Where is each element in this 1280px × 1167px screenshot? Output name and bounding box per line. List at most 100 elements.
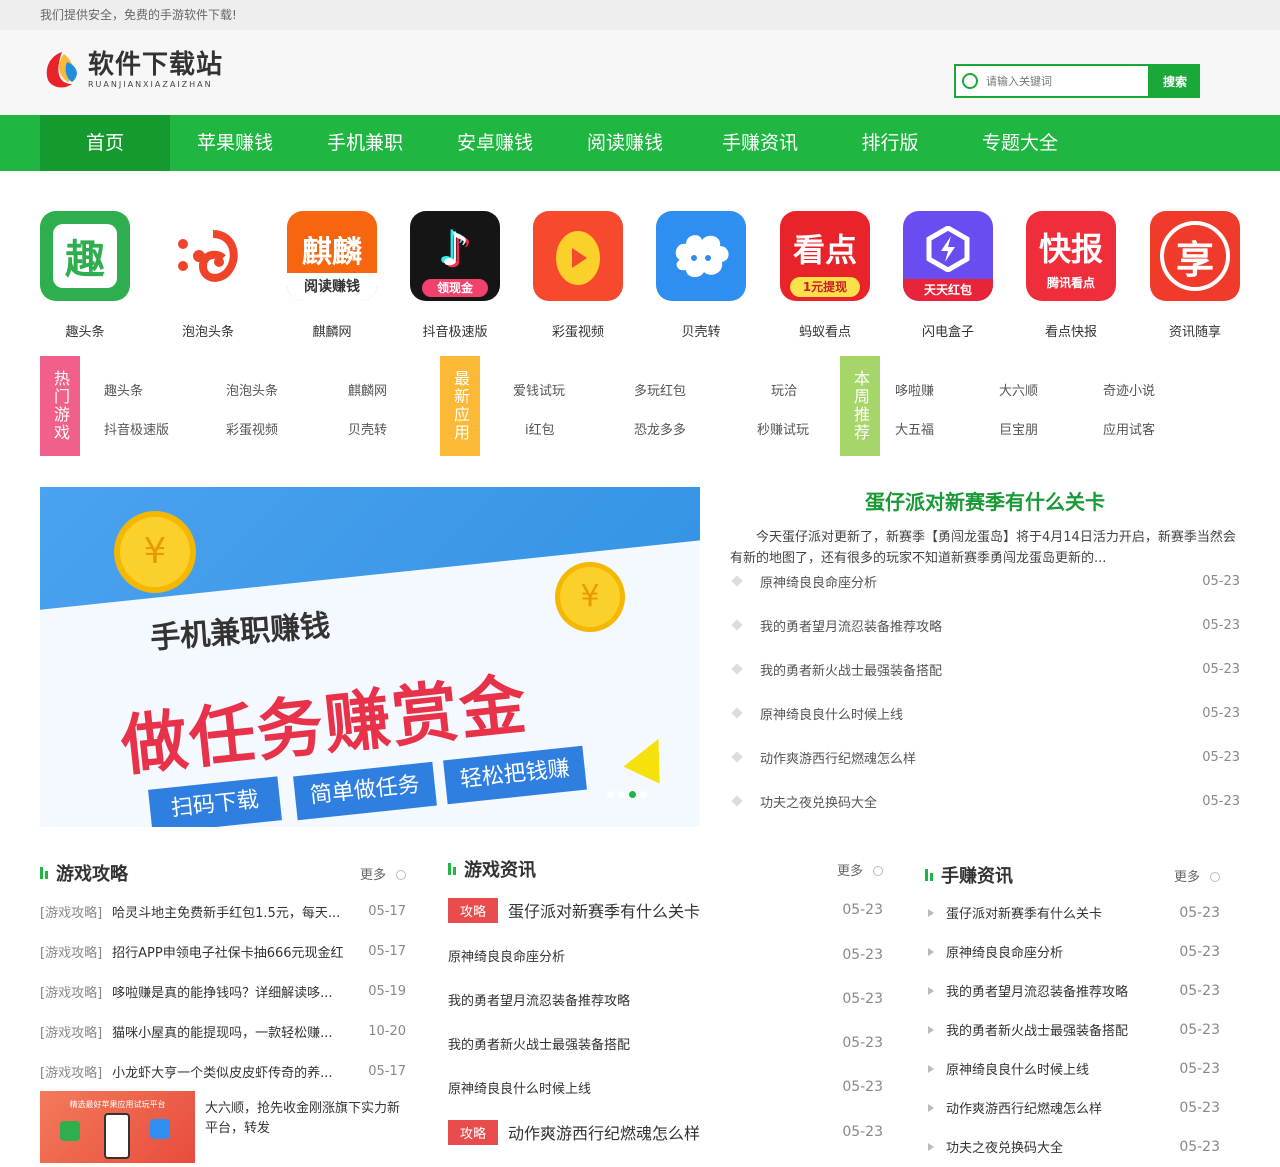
- list-item[interactable]: [游戏攻略] 招行APP申领电子社保卡抽666元现金红 05-17: [40, 931, 406, 971]
- list-item[interactable]: 我的勇者望月流忍装备推荐攻略 05-23: [448, 977, 883, 1021]
- list-item[interactable]: 攻略 蛋仔派对新赛季有什么关卡 05-23: [448, 887, 883, 933]
- tag-link[interactable]: 应用试客: [1103, 419, 1155, 438]
- app-item[interactable]: 看点 1元提现 蚂蚁看点: [765, 211, 885, 340]
- tag-link[interactable]: 贝壳转: [348, 419, 387, 438]
- carousel-dot[interactable]: [607, 791, 614, 798]
- carousel-dot[interactable]: [640, 791, 647, 798]
- topbar: 我们提供安全，免费的手游软件下载!: [0, 0, 1280, 30]
- list-item[interactable]: 我的勇者望月流忍装备推荐攻略 05-23: [730, 603, 1240, 647]
- app-item[interactable]: 趣 趣头条: [25, 211, 145, 340]
- guide-badge: 攻略: [448, 1119, 499, 1145]
- nav-parttime[interactable]: 手机兼职: [300, 115, 430, 171]
- list-item[interactable]: 原神绮良良命座分析 05-23: [925, 932, 1220, 971]
- item-date: 05-17: [368, 943, 406, 959]
- list-item[interactable]: [游戏攻略] 猫咪小屋真的能提现吗，一款轻松赚... 10-20: [40, 1011, 406, 1051]
- nav-home[interactable]: 首页: [40, 115, 170, 171]
- tag-link[interactable]: 恐龙多多: [634, 419, 686, 438]
- list-item[interactable]: [游戏攻略] 小龙虾大亨一个类似皮皮虾传奇的养... 05-17: [40, 1051, 406, 1091]
- triangle-bullet-icon: [928, 947, 934, 956]
- logo-icon: [40, 48, 84, 92]
- list-item[interactable]: 蛋仔派对新赛季有什么关卡 05-23: [925, 893, 1220, 932]
- banner-carousel[interactable]: ¥ ¥ 手机兼职赚钱 做任务赚赏金 扫码下载 简单做任务 轻松把钱赚: [40, 487, 700, 827]
- list-item[interactable]: 动作爽游西行纪燃魂怎么样 05-23: [925, 1088, 1220, 1127]
- carousel-dot[interactable]: [618, 791, 625, 798]
- nav-ranking[interactable]: 排行版: [830, 115, 950, 171]
- tag-link[interactable]: 麒麟网: [348, 380, 387, 399]
- list-item[interactable]: 原神绮良良什么时候上线 05-23: [730, 691, 1240, 735]
- app-item[interactable]: 泡泡头条: [148, 211, 268, 340]
- tag-link[interactable]: 大五福: [895, 419, 934, 438]
- item-title: 原神绮良良什么时候上线: [760, 707, 904, 723]
- list-item[interactable]: 我的勇者新火战士最强装备搭配 05-23: [730, 647, 1240, 691]
- header: 软件下载站 RUANJIANXIAZAIZHAN 搜索: [0, 30, 1280, 115]
- app-item[interactable]: 天天红包 闪电盒子: [888, 211, 1008, 340]
- list-item[interactable]: 动作爽游西行纪燃魂怎么样 05-23: [730, 735, 1240, 779]
- list-item[interactable]: 功夫之夜兑换码大全 05-23: [730, 779, 1240, 823]
- item-title: 招行APP申领电子社保卡抽666元现金红: [112, 945, 344, 961]
- item-date: 05-23: [1179, 904, 1220, 921]
- more-link[interactable]: 更多: [1174, 866, 1220, 885]
- tag-link[interactable]: 泡泡头条: [226, 380, 278, 399]
- guide-badge: 攻略: [448, 897, 499, 923]
- app-item[interactable]: 快报 腾讯看点 看点快报: [1011, 211, 1131, 340]
- app-glyph: 享: [1160, 221, 1230, 291]
- featured-title[interactable]: 蛋仔派对新赛季有什么关卡: [730, 487, 1240, 517]
- nav-news[interactable]: 手赚资讯: [690, 115, 830, 171]
- carousel-dot[interactable]: [629, 791, 636, 798]
- tag-link[interactable]: 抖音极速版: [104, 419, 169, 438]
- item-title: 原神绮良良命座分析: [946, 946, 1064, 961]
- app-name: 资讯随享: [1168, 325, 1221, 340]
- featured-news: 蛋仔派对新赛季有什么关卡 今天蛋仔派对更新了，新赛季【勇闯龙蛋岛】将于4月14日…: [730, 487, 1240, 823]
- item-date: 05-23: [1179, 1138, 1220, 1155]
- search-input[interactable]: [986, 74, 1136, 88]
- list-item[interactable]: 功夫之夜兑换码大全 05-23: [925, 1127, 1220, 1166]
- item-date: 05-23: [1202, 793, 1240, 809]
- tag-link[interactable]: 爱钱试玩: [513, 380, 565, 399]
- more-link[interactable]: 更多: [837, 860, 883, 879]
- feature-card[interactable]: 精选最好苹果应用试玩平台 大六顺，抢先收金刚涨旗下实力新平台，转发: [40, 1091, 406, 1163]
- triangle-bullet-icon: [928, 986, 934, 995]
- app-item[interactable]: 贝壳转: [641, 211, 761, 340]
- tag-link[interactable]: 巨宝朋: [999, 419, 1038, 438]
- tag-link[interactable]: 彩蛋视频: [226, 419, 278, 438]
- list-item[interactable]: 我的勇者望月流忍装备推荐攻略 05-23: [925, 971, 1220, 1010]
- tag-link[interactable]: 多玩红包: [634, 380, 686, 399]
- phone-icon: [104, 1113, 130, 1159]
- nav-android[interactable]: 安卓赚钱: [430, 115, 560, 171]
- tag-link[interactable]: 趣头条: [104, 380, 143, 399]
- search-button[interactable]: 搜索: [1150, 64, 1200, 98]
- app-item[interactable]: 彩蛋视频: [518, 211, 638, 340]
- app-grid: 趣 趣头条 泡泡头条 麒麟 阅读赚钱 麒麟网 ♪ 领现金 抖音极速版 彩蛋视频 …: [0, 171, 1280, 351]
- tag-link[interactable]: i红包: [525, 419, 555, 438]
- more-link[interactable]: 更多: [360, 864, 406, 883]
- list-item[interactable]: [游戏攻略] 哈灵斗地主免费新手红包1.5元，每天... 05-17: [40, 891, 406, 931]
- list-item[interactable]: 原神绮良良什么时候上线 05-23: [448, 1065, 883, 1109]
- list-item[interactable]: 我的勇者新火战士最强装备搭配 05-23: [448, 1021, 883, 1065]
- app-sub: 阅读赚钱: [287, 273, 377, 301]
- tag-link[interactable]: 秒赚试玩: [757, 419, 809, 438]
- app-sub: 1元提现: [790, 277, 860, 297]
- list-item[interactable]: 我的勇者新火战士最强装备搭配 05-23: [925, 1010, 1220, 1049]
- more-icon: [873, 866, 883, 876]
- app-glyph: ♪: [440, 222, 470, 276]
- item-title: 原神绮良良命座分析: [760, 575, 878, 591]
- nav-apple[interactable]: 苹果赚钱: [170, 115, 300, 171]
- game-news-column: 游戏资讯 更多 攻略 蛋仔派对新赛季有什么关卡 05-23 原神绮良良命座分析 05-…: [448, 851, 883, 1155]
- list-item[interactable]: 原神绮良良命座分析 05-23: [448, 933, 883, 977]
- app-sub: 腾讯看点: [1046, 276, 1095, 290]
- app-item[interactable]: 享 资讯随享: [1135, 211, 1255, 340]
- tag-link[interactable]: 奇迹小说: [1103, 380, 1155, 399]
- app-item[interactable]: 麒麟 阅读赚钱 麒麟网: [272, 211, 392, 340]
- list-item[interactable]: 原神绮良良什么时候上线 05-23: [925, 1049, 1220, 1088]
- featured-list: 原神绮良良命座分析 05-23 我的勇者望月流忍装备推荐攻略 05-23 我的勇者新…: [730, 559, 1240, 823]
- nav-reading[interactable]: 阅读赚钱: [560, 115, 690, 171]
- nav-topics[interactable]: 专题大全: [950, 115, 1090, 171]
- item-date: 05-23: [1202, 617, 1240, 633]
- site-logo[interactable]: 软件下载站 RUANJIANXIAZAIZHAN: [40, 48, 223, 92]
- list-item[interactable]: [游戏攻略] 哆啦赚是真的能挣钱吗？详细解读哆... 05-19: [40, 971, 406, 1011]
- tag-link[interactable]: 玩洽: [771, 380, 797, 399]
- app-item[interactable]: ♪ 领现金 抖音极速版: [395, 211, 515, 340]
- tag-link[interactable]: 哆啦赚: [895, 380, 934, 399]
- list-item[interactable]: 攻略 动作爽游西行纪燃魂怎么样 05-23: [448, 1109, 883, 1155]
- tag-link[interactable]: 大六顺: [999, 380, 1038, 399]
